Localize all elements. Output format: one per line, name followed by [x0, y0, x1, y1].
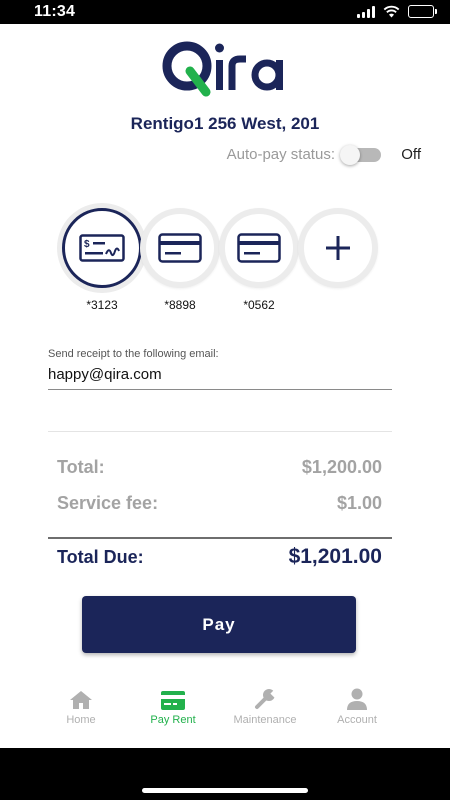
- status-bar: 11:34: [0, 0, 450, 24]
- bottom-tab-bar: Home Pay Rent Maintenance Account: [0, 684, 450, 740]
- method-label: *8898: [164, 298, 196, 312]
- wifi-icon: [383, 5, 400, 18]
- divider: [48, 431, 392, 432]
- home-indicator[interactable]: [142, 788, 308, 793]
- credit-card-icon: [158, 233, 202, 263]
- method-label: *0562: [243, 298, 275, 312]
- divider: [48, 537, 392, 539]
- plus-icon: [326, 236, 350, 260]
- tab-label: Maintenance: [233, 714, 297, 726]
- add-payment-method[interactable]: [298, 208, 378, 298]
- total-due-value: $1,201.00: [288, 545, 382, 568]
- payment-card-icon: [161, 684, 185, 710]
- cellular-signal-icon: [357, 5, 375, 18]
- status-time: 11:34: [34, 3, 76, 20]
- method-circle[interactable]: $: [62, 208, 142, 288]
- check-icon: $: [79, 234, 125, 262]
- tab-label: Home: [66, 714, 96, 726]
- autopay-status: Auto-pay status: Off: [226, 144, 421, 165]
- tab-label: Pay Rent: [150, 714, 196, 726]
- tab-home[interactable]: Home: [35, 684, 127, 740]
- wrench-icon: [254, 684, 276, 710]
- email-field[interactable]: [48, 366, 392, 390]
- status-icons: [357, 5, 437, 18]
- total-due-label: Total Due:: [57, 547, 144, 567]
- method-label: *3123: [86, 298, 118, 312]
- total-due-row: Total Due: $1,201.00: [57, 545, 382, 569]
- home-icon: [69, 684, 93, 710]
- property-address: Rentigo1 256 West, 201: [130, 114, 320, 133]
- tab-pay-rent[interactable]: Pay Rent: [127, 684, 219, 740]
- payment-methods: $ *3123 *8898 *0562: [56, 208, 386, 318]
- autopay-state: Off: [401, 146, 421, 163]
- service-fee-row: Service fee: $1.00: [57, 493, 382, 514]
- battery-icon: [408, 5, 437, 18]
- person-icon: [347, 684, 367, 710]
- credit-card-icon: [237, 233, 281, 263]
- method-circle[interactable]: [298, 208, 378, 288]
- service-fee-value: $1.00: [336, 493, 382, 513]
- qira-logo: [162, 41, 283, 97]
- svg-text:$: $: [84, 239, 90, 250]
- pay-rent-screen: Rentigo1 256 West, 201 Auto-pay status: …: [0, 24, 450, 748]
- email-label: Send receipt to the following email:: [48, 348, 219, 360]
- autopay-label: Auto-pay status:: [226, 146, 335, 163]
- payment-method-card-8898[interactable]: *8898: [140, 208, 220, 312]
- method-circle[interactable]: [219, 208, 299, 288]
- method-circle[interactable]: [140, 208, 220, 288]
- system-bottom-bar: [0, 748, 450, 800]
- total-row: Total: $1,200.00: [57, 457, 382, 478]
- pay-button[interactable]: Pay: [82, 596, 356, 653]
- total-value: $1,200.00: [301, 457, 382, 477]
- tab-maintenance[interactable]: Maintenance: [219, 684, 311, 740]
- tab-account[interactable]: Account: [311, 684, 403, 740]
- toggle-knob[interactable]: [340, 144, 360, 165]
- receipt-email: Send receipt to the following email:: [48, 348, 392, 390]
- service-fee-label: Service fee:: [57, 493, 159, 513]
- autopay-toggle[interactable]: [340, 144, 381, 165]
- total-label: Total:: [57, 457, 105, 477]
- tab-label: Account: [337, 714, 377, 726]
- payment-method-card-0562[interactable]: *0562: [219, 208, 299, 312]
- payment-method-check[interactable]: $ *3123: [62, 208, 142, 312]
